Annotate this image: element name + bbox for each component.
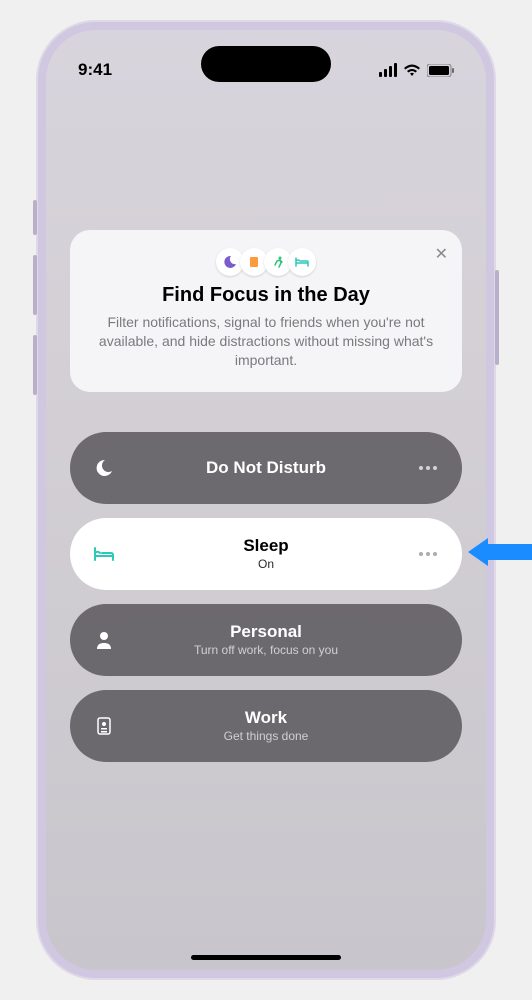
volume-buttons — [33, 200, 37, 395]
close-icon[interactable]: ✕ — [435, 244, 448, 264]
power-button — [495, 270, 499, 365]
focus-label: Work — [116, 708, 416, 728]
focus-panel: ✕ Find Focus in the Day Filter notificat… — [46, 90, 486, 762]
focus-label: Personal — [116, 622, 416, 642]
focus-item-dnd[interactable]: Do Not Disturb — [70, 432, 462, 504]
focus-item-personal[interactable]: Personal Turn off work, focus on you — [70, 604, 462, 676]
callout-arrow — [466, 532, 532, 572]
status-indicators — [379, 63, 454, 77]
battery-icon — [427, 64, 454, 77]
focus-subtitle: Get things done — [116, 729, 416, 743]
moon-icon — [92, 458, 116, 478]
status-time: 9:41 — [78, 60, 112, 80]
home-indicator[interactable] — [191, 955, 341, 960]
focus-label: Do Not Disturb — [116, 458, 416, 478]
promo-card: ✕ Find Focus in the Day Filter notificat… — [70, 230, 462, 392]
bed-icon — [92, 544, 116, 564]
focus-status: On — [116, 557, 416, 571]
screen: 9:41 ✕ Find Focus in t — [46, 30, 486, 970]
promo-title: Find Focus in the Day — [94, 284, 438, 307]
focus-item-sleep[interactable]: Sleep On — [70, 518, 462, 590]
focus-list: Do Not Disturb Sleep On — [70, 432, 462, 762]
promo-description: Filter notifications, signal to friends … — [94, 313, 438, 370]
person-icon — [92, 630, 116, 650]
focus-item-work[interactable]: Work Get things done — [70, 690, 462, 762]
focus-label: Sleep — [116, 536, 416, 556]
phone-frame: 9:41 ✕ Find Focus in t — [36, 20, 496, 980]
cellular-icon — [379, 63, 397, 77]
wifi-icon — [403, 63, 421, 77]
badge-icon — [92, 716, 116, 736]
bed-icon — [288, 248, 316, 276]
dynamic-island — [201, 46, 331, 82]
more-icon[interactable] — [416, 466, 440, 470]
more-icon[interactable] — [416, 552, 440, 556]
promo-icon-row — [94, 248, 438, 276]
focus-subtitle: Turn off work, focus on you — [116, 643, 416, 657]
